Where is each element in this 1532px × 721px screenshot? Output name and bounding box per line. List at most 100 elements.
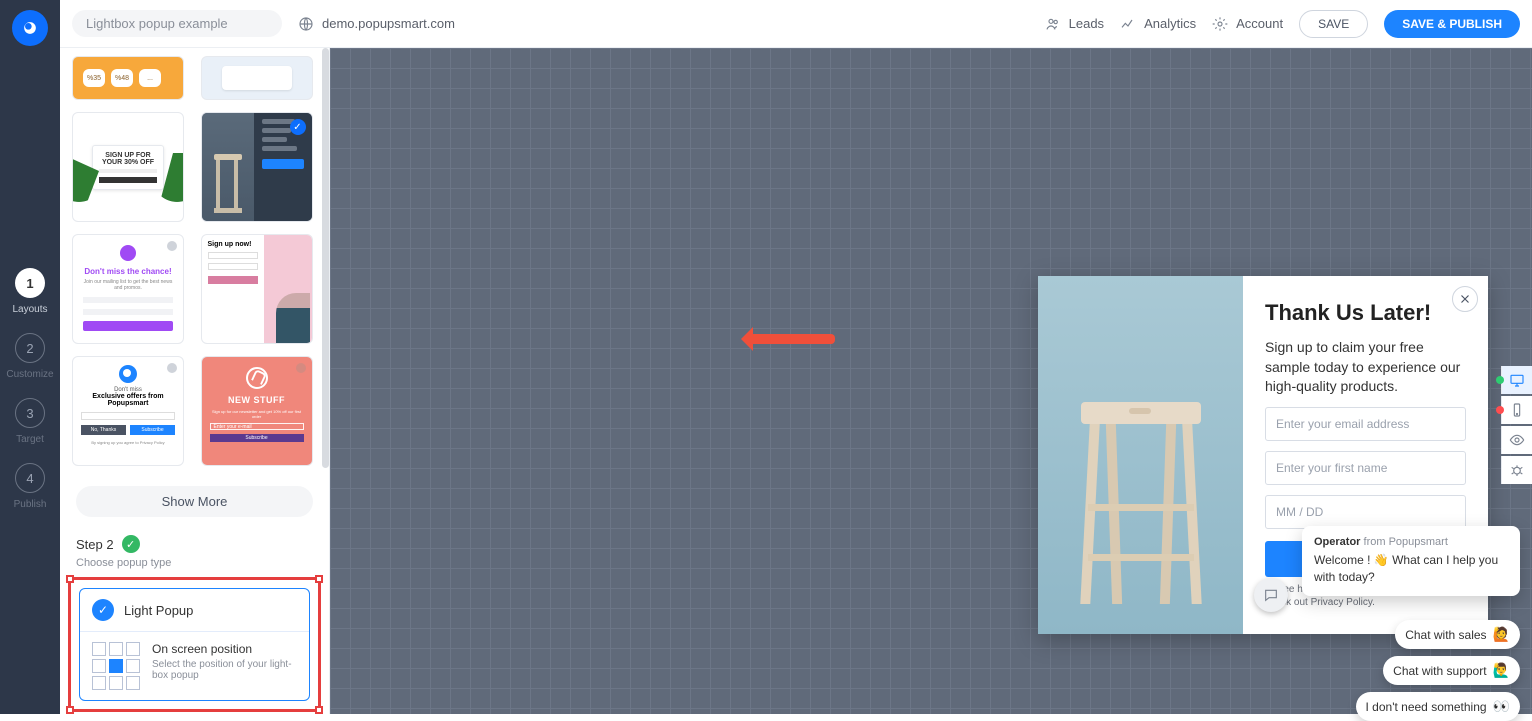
check-icon: ✓ (290, 119, 306, 135)
template-card[interactable]: Sign up now! (201, 234, 313, 344)
template-card[interactable]: Don't miss Exclusive offers from Popupsm… (72, 356, 184, 466)
chat-option-sales[interactable]: Chat with sales 🙋 (1395, 620, 1520, 649)
rail-step-3-num: 3 (26, 406, 33, 421)
template-no-btn: No, Thanks (81, 425, 126, 435)
nav-leads[interactable]: Leads (1045, 16, 1104, 32)
template-subtext: Sign up for our newsletter and get 10% o… (210, 409, 304, 419)
popup-date-input[interactable] (1265, 495, 1466, 529)
device-desktop-button[interactable] (1502, 366, 1532, 394)
position-center[interactable] (109, 659, 123, 673)
rail-step-layouts[interactable]: 1 (15, 268, 45, 298)
chat-toggle-button[interactable] (1254, 578, 1288, 612)
campaign-title-text: Lightbox popup example (86, 16, 228, 31)
debug-button[interactable] (1502, 456, 1532, 484)
popup-body: Sign up to claim your free sample today … (1265, 338, 1466, 397)
close-icon (1458, 292, 1472, 306)
chat-sales-label: Chat with sales (1405, 628, 1486, 642)
template-pill: %35 (83, 69, 105, 87)
domain-display[interactable]: demo.popupsmart.com (298, 16, 455, 32)
template-dot-icon (167, 363, 177, 373)
globe-icon (298, 16, 314, 32)
template-headline: NEW STUFF (210, 395, 304, 405)
analytics-icon (1120, 16, 1136, 32)
position-title: On screen position (152, 642, 297, 656)
template-foot: By signing up you agree to Privacy Polic… (81, 440, 175, 445)
chat-icon (1263, 587, 1279, 603)
chat-option-support[interactable]: Chat with support 🙋‍♂️ (1383, 656, 1520, 685)
device-dock (1502, 366, 1532, 484)
left-nav-rail: 1 Layouts 2 Customize 3 Target 4 Publish (0, 0, 60, 714)
popup-name-input[interactable] (1265, 451, 1466, 485)
chat-support-label: Chat with support (1393, 664, 1486, 678)
template-dot-icon (296, 363, 306, 373)
save-publish-button[interactable]: SAVE & PUBLISH (1384, 10, 1520, 38)
mobile-icon (1509, 402, 1525, 418)
chat-welcome-message: Welcome ! 👋 What can I help you with tod… (1314, 552, 1508, 586)
template-headline: SIGN UP FOR YOUR 30% OFF (99, 152, 157, 166)
domain-text: demo.popupsmart.com (322, 16, 455, 31)
bug-icon (1509, 462, 1525, 478)
nav-account[interactable]: Account (1212, 16, 1283, 32)
device-mobile-button[interactable] (1502, 396, 1532, 424)
check-icon: ✓ (122, 535, 140, 553)
chat-operator-name: Operator (1314, 536, 1360, 548)
template-subtext: Join our mailing list to get the best ne… (83, 279, 173, 291)
template-card[interactable] (201, 56, 313, 100)
rail-step-3-label: Target (16, 434, 44, 445)
light-popup-option[interactable]: ✓ Light Popup On screen position Select … (79, 588, 310, 701)
eyes-icon: 👀 (1493, 698, 1510, 715)
template-grid: %35 %48 ... SIGN UP FOR YOUR 30% OFF ✓ (60, 48, 329, 474)
rail-step-2-label: Customize (6, 369, 53, 380)
template-card-selected[interactable]: ✓ (201, 112, 313, 222)
nav-account-label: Account (1236, 16, 1283, 31)
preview-eye-button[interactable] (1502, 426, 1532, 454)
popup-title: Thank Us Later! (1265, 300, 1466, 326)
template-sub-btn: Subscribe (130, 425, 175, 435)
template-card[interactable]: SIGN UP FOR YOUR 30% OFF (72, 112, 184, 222)
template-card[interactable]: %35 %48 ... (72, 56, 184, 100)
template-headline: Sign up now! (208, 241, 258, 248)
step-2-subtitle: Choose popup type (60, 557, 329, 569)
rail-step-2-num: 2 (26, 341, 33, 356)
annotation-arrow (745, 334, 835, 344)
position-grid[interactable] (92, 642, 140, 690)
save-button-label: SAVE (1318, 17, 1349, 31)
rail-step-publish[interactable]: 4 (15, 463, 45, 493)
chat-operator-card: Operator from Popupsmart Welcome ! 👋 Wha… (1302, 526, 1520, 596)
step-2-label: Step 2 (76, 537, 114, 552)
gear-icon (1212, 16, 1228, 32)
template-headline: Don't miss the chance! (83, 267, 173, 276)
megaphone-icon (246, 367, 268, 389)
campaign-title-input[interactable]: Lightbox popup example (72, 10, 282, 37)
rail-step-customize[interactable]: 2 (15, 333, 45, 363)
template-pill: %48 (111, 69, 133, 87)
rail-step-4-label: Publish (14, 499, 47, 510)
chat-operator-from: from Popupsmart (1364, 536, 1448, 548)
step-2-header: Step 2 ✓ (60, 529, 329, 557)
nav-analytics-label: Analytics (1144, 16, 1196, 31)
popup-email-input[interactable] (1265, 407, 1466, 441)
template-headline: Exclusive offers from Popupsmart (81, 393, 175, 407)
eye-icon (1509, 432, 1525, 448)
panel-scrollbar[interactable] (322, 48, 329, 468)
person-icon: 🙋 (1493, 626, 1510, 643)
popup-close-button[interactable] (1452, 286, 1478, 312)
template-cta: Subscribe (210, 434, 304, 442)
save-button[interactable]: SAVE (1299, 10, 1368, 38)
show-more-label: Show More (162, 494, 228, 509)
highlighted-option-frame: ✓ Light Popup On screen position Select … (68, 577, 321, 712)
preview-canvas[interactable]: Thank Us Later! Sign up to claim your fr… (330, 48, 1532, 714)
check-icon: ✓ (92, 599, 114, 621)
template-card[interactable]: NEW STUFF Sign up for our newsletter and… (201, 356, 313, 466)
nav-leads-label: Leads (1069, 16, 1104, 31)
nav-analytics[interactable]: Analytics (1120, 16, 1196, 32)
person-icon: 🙋‍♂️ (1493, 662, 1510, 679)
chat-option-none[interactable]: I don't need something👀 (1356, 692, 1520, 721)
template-card[interactable]: Don't miss the chance! Join our mailing … (72, 234, 184, 344)
show-more-button[interactable]: Show More (76, 486, 313, 517)
leads-icon (1045, 16, 1061, 32)
rail-step-target[interactable]: 3 (15, 398, 45, 428)
template-input-ph: Enter your e-mail (210, 423, 304, 430)
template-pill: ... (139, 69, 161, 87)
app-logo[interactable] (12, 10, 48, 46)
